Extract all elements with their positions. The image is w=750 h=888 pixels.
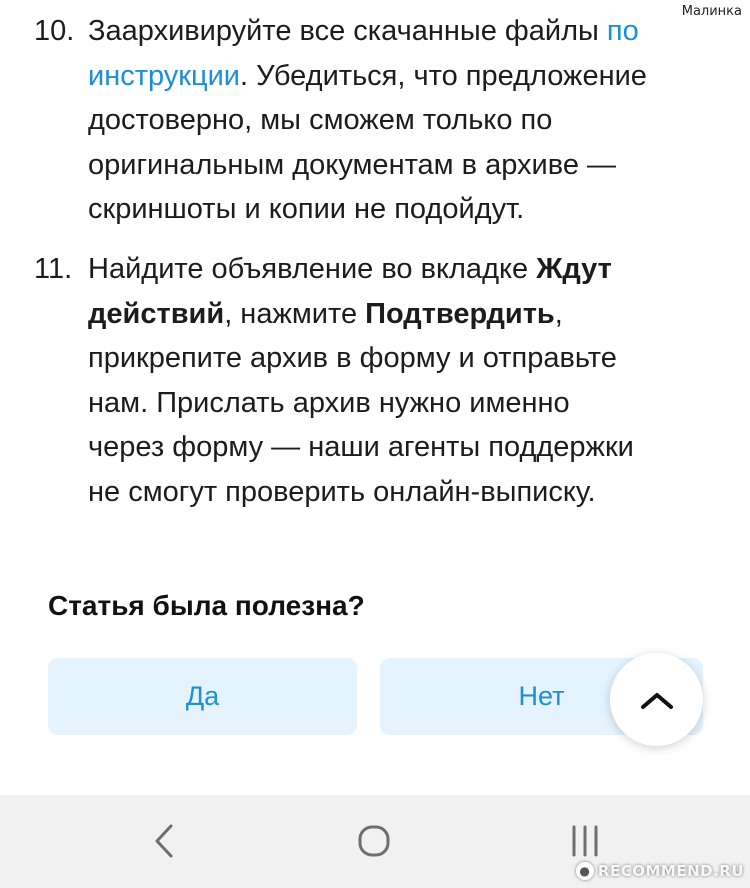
nav-home-button[interactable] [344, 817, 404, 865]
feedback-question: Статья была полезна? [48, 590, 365, 621]
feedback-no-label: Нет [518, 681, 565, 711]
bold-term: действий [88, 297, 225, 330]
instructions-link[interactable]: по [607, 15, 639, 47]
bold-term: Подтвердить [365, 297, 555, 330]
watermark-logo-icon: ● [575, 862, 594, 880]
instructions-link[interactable]: инструкции [88, 60, 240, 92]
step-text-line: скриншоты и копии не подойдут. [88, 193, 525, 225]
step-text-line: нам. Прислать архив нужно именно [88, 386, 570, 419]
step-text-line: прикрепите архив в форму и отправьте [88, 342, 617, 374]
step-text-line: через форму — наши агенты поддержки [88, 431, 634, 463]
step-text-fragment: Найдите объявление во вкладке [88, 253, 537, 285]
scroll-to-top-button[interactable] [610, 653, 703, 746]
step-text-line: оригинальным документам в архиве — [88, 148, 617, 181]
step-text: Найдите объявление во вкладке Ждут дейст… [88, 247, 718, 514]
step-number: 10. [34, 15, 75, 47]
step-text: Заархивируйте все скачанные файлы по инс… [88, 9, 718, 232]
feedback-yes-label: Да [185, 681, 220, 711]
nav-back-button[interactable] [134, 817, 194, 865]
recents-icon [572, 825, 598, 857]
system-navigation-bar: ● RECOMMEND.RU [0, 795, 750, 888]
feedback-yes-button[interactable]: Да [48, 658, 357, 735]
chevron-up-icon [640, 692, 673, 709]
step-text-fragment: . Убедиться, что предложение [240, 59, 647, 92]
watermark-bottom: ● RECOMMEND.RU [575, 862, 744, 880]
home-icon [358, 825, 390, 857]
step-text-fragment: , нажмите [224, 297, 366, 330]
step-text-line: не смогут проверить онлайн-выписку. [88, 475, 596, 508]
step-text-fragment: , [554, 297, 563, 330]
step-number: 11. [34, 253, 73, 285]
watermark-text: RECOMMEND.RU [597, 862, 744, 880]
step-text-fragment: Заархивируйте все скачанные файлы [88, 15, 607, 47]
nav-recents-button[interactable] [555, 817, 615, 865]
bold-term: Ждут [536, 253, 612, 285]
chevron-left-icon [155, 824, 173, 858]
step-text-line: достоверно, мы сможем только по [88, 104, 553, 136]
